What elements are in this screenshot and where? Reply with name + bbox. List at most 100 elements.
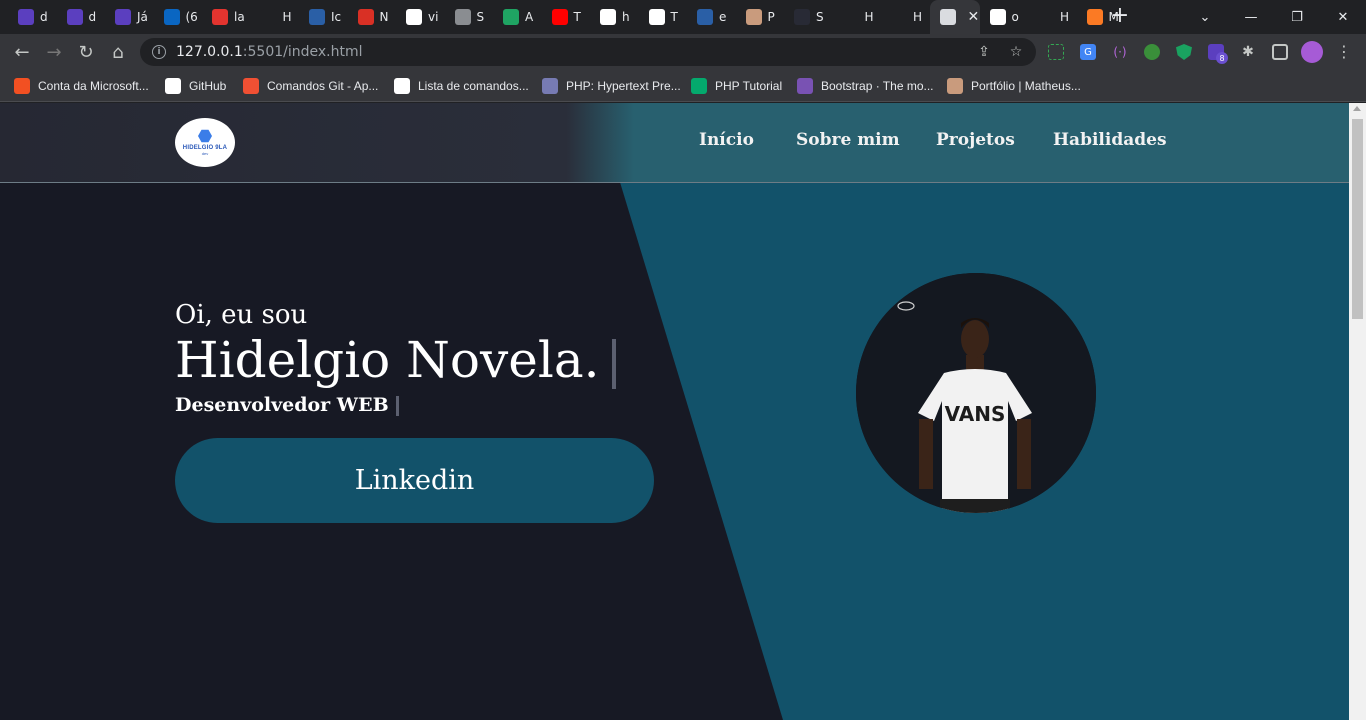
- browser-tab[interactable]: S: [445, 0, 494, 34]
- tab-label: N: [379, 10, 389, 24]
- browser-tab[interactable]: H: [833, 0, 882, 34]
- tab-close-icon[interactable]: ✕: [968, 9, 980, 25]
- browser-tab[interactable]: vi: [396, 0, 445, 34]
- site-info-icon[interactable]: i: [152, 45, 166, 59]
- colorzilla-extension-icon[interactable]: [1144, 44, 1160, 60]
- bookmark-item[interactable]: Lista de comandos...: [394, 76, 529, 96]
- menu-icon[interactable]: ⋮: [1336, 42, 1352, 61]
- bookmark-label: Lista de comandos...: [418, 79, 529, 93]
- browser-tab[interactable]: (6: [154, 0, 203, 34]
- home-button[interactable]: ⌂: [106, 40, 130, 64]
- browser-tab[interactable]: T: [542, 0, 591, 34]
- url-path: :5501/index.html: [242, 44, 363, 60]
- minimize-button[interactable]: —: [1228, 0, 1274, 34]
- browser-tab[interactable]: S: [784, 0, 833, 34]
- browser-tab[interactable]: H: [251, 0, 300, 34]
- bookmark-item[interactable]: PHP: Hypertext Pre...: [542, 76, 681, 96]
- bookmark-label: GitHub: [189, 79, 227, 93]
- bookmark-label: Portfólio | Matheus...: [971, 79, 1081, 93]
- nav-projetos[interactable]: Projetos: [936, 130, 1015, 150]
- extension-badge: 8: [1216, 52, 1228, 64]
- browser-tab[interactable]: d: [8, 0, 57, 34]
- tab-strip: d d Já (6 la H Ic Nvi S A Th Te P S H H ✕ o H M: [0, 0, 1366, 34]
- browser-toolbar: ← → ↻ ⌂ i 127.0.0.1:5501/index.html ⇪ ☆ …: [0, 34, 1366, 70]
- bookmark-label: PHP Tutorial: [715, 79, 783, 93]
- back-button[interactable]: ←: [10, 40, 34, 64]
- avatar-icon: [947, 78, 963, 94]
- w-icon: [691, 78, 707, 94]
- blank-favicon-icon: [260, 9, 277, 25]
- profile-avatar[interactable]: [1301, 41, 1323, 63]
- tab-label: T: [670, 10, 678, 24]
- reload-button[interactable]: ↻: [74, 40, 98, 64]
- browser-tab[interactable]: N: [348, 0, 397, 34]
- gmail-icon: [357, 9, 374, 25]
- hero-greeting: Oi, eu sou: [175, 300, 308, 330]
- browser-tab[interactable]: Ic: [299, 0, 348, 34]
- scroll-thumb[interactable]: [1352, 119, 1363, 319]
- translate-extension-icon[interactable]: G: [1080, 44, 1096, 60]
- bookmark-label: Bootstrap · The mo...: [821, 79, 934, 93]
- laravel-icon: [212, 9, 228, 25]
- bootstrap-icon: [797, 78, 813, 94]
- list-icon: [66, 9, 83, 25]
- list-icon: [18, 9, 34, 25]
- bookmark-item[interactable]: Portfólio | Matheus...: [947, 76, 1081, 96]
- microsoft-icon: [14, 78, 30, 94]
- side-panel-icon[interactable]: [1272, 44, 1288, 60]
- bookmark-item[interactable]: Conta da Microsoft...: [14, 76, 149, 96]
- url-host: 127.0.0.1: [176, 44, 243, 60]
- browser-tab[interactable]: ✕: [929, 0, 980, 34]
- tab-label: d: [40, 10, 48, 24]
- svg-text:VANS: VANS: [945, 402, 1006, 426]
- browser-tab[interactable]: A: [493, 0, 542, 34]
- bookmark-star-icon[interactable]: ☆: [1008, 44, 1024, 60]
- hero-role: Desenvolvedor WEB: [175, 394, 389, 416]
- bookmark-item[interactable]: Comandos Git - Ap...: [243, 76, 378, 96]
- google-icon: [406, 9, 422, 25]
- browser-tab[interactable]: d: [57, 0, 106, 34]
- scroll-up-arrow-icon[interactable]: [1353, 106, 1361, 111]
- bookmark-label: Conta da Microsoft...: [38, 79, 149, 93]
- list-icon: [115, 9, 131, 25]
- grid-icon: [939, 9, 956, 25]
- share-icon[interactable]: ⇪: [976, 44, 992, 60]
- bookmark-label: PHP: Hypertext Pre...: [566, 79, 681, 93]
- browser-tab[interactable]: P: [736, 0, 785, 34]
- puzzle-icon[interactable]: ✱: [1240, 44, 1256, 60]
- tab-label: H: [282, 10, 292, 24]
- browser-tab[interactable]: H: [881, 0, 930, 34]
- tab-label: P: [767, 10, 775, 24]
- close-window-button[interactable]: ✕: [1320, 0, 1366, 34]
- browser-tab[interactable]: o: [980, 0, 1029, 34]
- main-nav: Início Sobre mim Projetos Habilidades: [0, 130, 1349, 156]
- tab-label: e: [719, 10, 727, 24]
- blank-favicon-icon: [891, 9, 907, 25]
- screenshot-extension-icon[interactable]: [1048, 44, 1064, 60]
- tab-label: o: [1011, 10, 1019, 24]
- forward-button[interactable]: →: [42, 40, 66, 64]
- nav-inicio[interactable]: Início: [699, 130, 754, 150]
- new-tab-button[interactable]: +: [1108, 5, 1132, 29]
- bookmark-item[interactable]: GitHub: [165, 76, 226, 96]
- browser-tab[interactable]: H: [1028, 0, 1077, 34]
- tab-label: la: [234, 10, 245, 24]
- blank-favicon-icon: [842, 9, 859, 25]
- shield-extension-icon[interactable]: [1176, 44, 1192, 60]
- browser-tab[interactable]: T: [639, 0, 688, 34]
- nav-habilidades[interactable]: Habilidades: [1053, 130, 1167, 150]
- address-bar[interactable]: i 127.0.0.1:5501/index.html ⇪ ☆: [140, 38, 1036, 66]
- bookmark-item[interactable]: PHP Tutorial: [691, 76, 782, 96]
- tab-search-icon[interactable]: ⌄: [1182, 0, 1228, 34]
- browser-tab[interactable]: h: [590, 0, 639, 34]
- restore-button[interactable]: ❐: [1274, 0, 1320, 34]
- linkedin-button[interactable]: Linkedin: [175, 438, 654, 523]
- page-scrollbar[interactable]: [1349, 103, 1366, 720]
- bookmark-item[interactable]: Bootstrap · The mo...: [797, 76, 934, 96]
- browser-tab[interactable]: e: [687, 0, 736, 34]
- browser-tab[interactable]: la: [202, 0, 251, 34]
- tab-label: (6: [185, 10, 198, 24]
- brackets-extension-icon[interactable]: (·): [1112, 44, 1128, 60]
- browser-tab[interactable]: Já: [105, 0, 154, 34]
- nav-sobre-mim[interactable]: Sobre mim: [796, 130, 900, 150]
